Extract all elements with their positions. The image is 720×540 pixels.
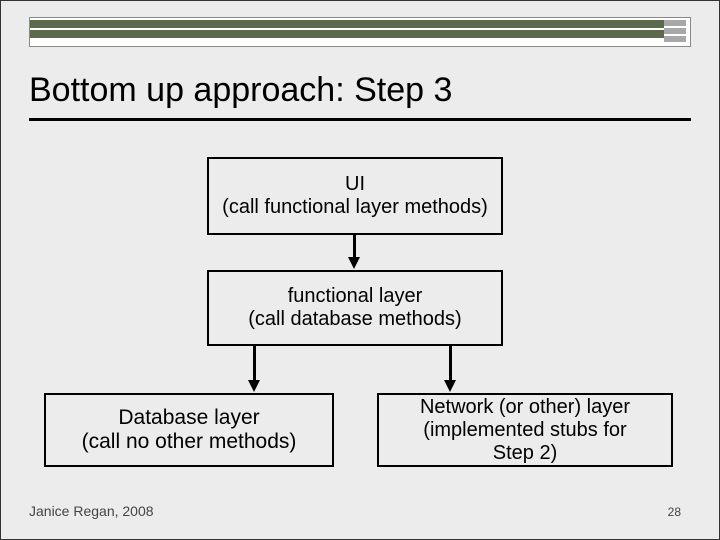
arrow-stem [353, 235, 356, 259]
box-sublabel: (call functional layer methods) [222, 196, 488, 219]
box-label: UI [345, 173, 365, 196]
decorative-knobs [664, 20, 686, 44]
box-sublabel: Step 2) [493, 442, 557, 465]
arrow-stem [449, 346, 452, 382]
slide-title: Bottom up approach: Step 3 [29, 71, 691, 121]
arrow-down-icon [348, 257, 360, 269]
diagram-box-functional: functional layer (call database methods) [207, 270, 503, 346]
decorative-band [30, 20, 664, 28]
footer-page-number: 28 [668, 505, 681, 519]
arrow-down-icon [444, 380, 456, 392]
box-sublabel: (implemented stubs for [423, 419, 626, 442]
box-sublabel: (call no other methods) [82, 430, 297, 454]
footer-author: Janice Regan, 2008 [29, 503, 154, 519]
diagram-box-network: Network (or other) layer (implemented st… [377, 393, 673, 467]
box-label: Database layer [118, 406, 259, 430]
box-sublabel: (call database methods) [248, 308, 461, 331]
decorative-band [30, 30, 664, 38]
arrow-stem [253, 346, 256, 382]
box-label: Network (or other) layer [420, 396, 630, 419]
box-label: functional layer [288, 285, 423, 308]
diagram-box-database: Database layer (call no other methods) [44, 393, 334, 467]
diagram-box-ui: UI (call functional layer methods) [207, 157, 503, 235]
decorative-top-bar [29, 17, 691, 47]
arrow-down-icon [248, 380, 260, 392]
slide: Bottom up approach: Step 3 UI (call func… [0, 0, 720, 540]
